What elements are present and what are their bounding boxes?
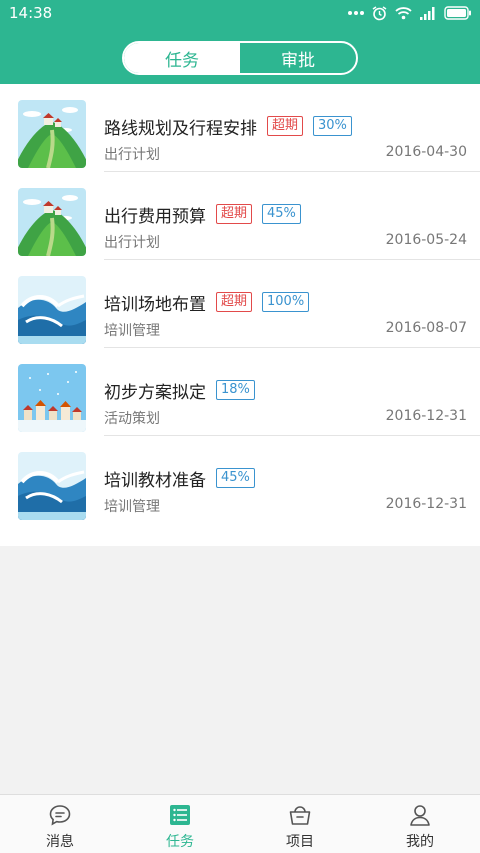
nav-label: 项目 bbox=[286, 834, 314, 850]
progress-badge: 100% bbox=[262, 292, 310, 312]
tab-tasks[interactable]: 任务 bbox=[124, 43, 240, 73]
task-category: 活动策划 bbox=[104, 411, 160, 427]
nav-item-projects[interactable]: 项目 bbox=[240, 795, 360, 853]
task-title: 培训教材准备 bbox=[104, 470, 206, 491]
signal-icon bbox=[420, 6, 435, 20]
alarm-icon bbox=[372, 5, 387, 20]
status-bar: 14:38 bbox=[0, 0, 480, 26]
task-row[interactable]: 出行费用预算 超期 45% 出行计划 2016-05-24 bbox=[0, 172, 480, 260]
nav-label: 消息 bbox=[46, 834, 74, 850]
task-list: 路线规划及行程安排 超期 30% 出行计划 2016-04-30 出行费用预算 … bbox=[0, 84, 480, 546]
task-category: 出行计划 bbox=[104, 235, 160, 251]
battery-icon bbox=[444, 6, 471, 20]
nav-item-me[interactable]: 我的 bbox=[360, 795, 480, 853]
person-icon bbox=[410, 805, 430, 826]
task-row[interactable]: 初步方案拟定 18% 活动策划 2016-12-31 bbox=[0, 348, 480, 436]
chat-icon bbox=[49, 805, 71, 826]
task-thumbnail bbox=[18, 100, 86, 168]
nav-label: 我的 bbox=[406, 834, 434, 850]
task-approval-switch: 任务 审批 bbox=[122, 41, 358, 75]
task-thumbnail bbox=[18, 364, 86, 432]
progress-badge: 18% bbox=[216, 380, 255, 400]
bottom-nav: 消息 任务 项目 我的 bbox=[0, 794, 480, 853]
tab-approval[interactable]: 审批 bbox=[240, 43, 356, 73]
task-date: 2016-05-24 bbox=[385, 232, 467, 248]
task-date: 2016-12-31 bbox=[385, 496, 467, 512]
progress-badge: 45% bbox=[262, 204, 301, 224]
nav-label: 任务 bbox=[166, 834, 194, 850]
task-thumbnail bbox=[18, 452, 86, 520]
progress-badge: 45% bbox=[216, 468, 255, 488]
task-category: 培训管理 bbox=[104, 499, 160, 515]
basket-icon bbox=[289, 806, 311, 825]
status-time: 14:38 bbox=[9, 4, 53, 22]
nav-item-messages[interactable]: 消息 bbox=[0, 795, 120, 853]
task-thumbnail bbox=[18, 276, 86, 344]
task-date: 2016-08-07 bbox=[385, 320, 467, 336]
progress-badge: 30% bbox=[313, 116, 352, 136]
overdue-badge: 超期 bbox=[216, 204, 253, 224]
more-dots-icon bbox=[348, 11, 364, 15]
task-row[interactable]: 培训教材准备 45% 培训管理 2016-12-31 bbox=[0, 436, 480, 524]
task-title: 培训场地布置 bbox=[104, 294, 206, 315]
task-title: 出行费用预算 bbox=[104, 206, 206, 227]
task-row[interactable]: 培训场地布置 超期 100% 培训管理 2016-08-07 bbox=[0, 260, 480, 348]
overdue-badge: 超期 bbox=[267, 116, 304, 136]
header: 14:38 任务 审批 bbox=[0, 0, 480, 84]
task-row[interactable]: 路线规划及行程安排 超期 30% 出行计划 2016-04-30 bbox=[0, 84, 480, 172]
status-icons bbox=[348, 5, 472, 21]
task-list-icon bbox=[170, 805, 190, 825]
task-date: 2016-12-31 bbox=[385, 408, 467, 424]
task-title: 初步方案拟定 bbox=[104, 382, 206, 403]
task-date: 2016-04-30 bbox=[385, 144, 467, 160]
wifi-icon bbox=[395, 7, 412, 20]
overdue-badge: 超期 bbox=[216, 292, 253, 312]
task-category: 培训管理 bbox=[104, 323, 160, 339]
task-category: 出行计划 bbox=[104, 147, 160, 163]
nav-item-tasks[interactable]: 任务 bbox=[120, 795, 240, 853]
task-title: 路线规划及行程安排 bbox=[104, 118, 257, 139]
task-thumbnail bbox=[18, 188, 86, 256]
